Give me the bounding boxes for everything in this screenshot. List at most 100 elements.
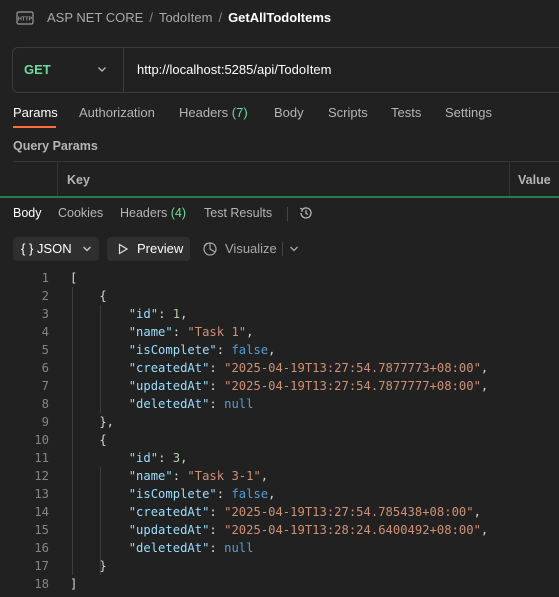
code-token: { <box>70 289 107 303</box>
chevron-down-icon <box>98 67 106 72</box>
code-token: : <box>172 325 188 339</box>
line-number: 14 <box>34 505 49 519</box>
http-request-icon: HTTP <box>16 11 34 25</box>
code-line: 6 "createdAt": "2025-04-19T13:27:54.7877… <box>0 359 559 377</box>
tab-body[interactable]: Body <box>274 105 304 120</box>
code-line: 15 "updatedAt": "2025-04-19T13:28:24.640… <box>0 521 559 539</box>
line-number: 12 <box>34 469 49 483</box>
visualize-icon[interactable] <box>201 240 219 258</box>
tab-response-headers[interactable]: Headers (4) <box>120 206 186 220</box>
code-token: 1 <box>172 307 181 321</box>
line-number: 6 <box>41 361 49 375</box>
code-token: : <box>158 307 173 321</box>
code-line: 8 "deletedAt": null <box>0 395 559 413</box>
code-token: : <box>209 523 225 537</box>
line-number: 7 <box>41 379 49 393</box>
code-token: "isComplete" <box>128 487 217 501</box>
response-toolbar: { } JSON Preview Visualize <box>0 237 559 261</box>
code-line: 18] <box>0 575 559 593</box>
code-token: , <box>480 361 489 375</box>
code-token: "Task 3-1" <box>187 469 261 483</box>
key-column-header: Key <box>67 173 90 187</box>
code-line: 12 "name": "Task 3-1", <box>0 467 559 485</box>
code-token: : <box>216 343 232 357</box>
tab-settings[interactable]: Settings <box>445 105 492 120</box>
code-token: : <box>209 397 225 411</box>
svg-text:HTTP: HTTP <box>18 17 33 23</box>
breadcrumb: HTTP ASP NET CORE / TodoItem / GetAllTodoIte… <box>0 0 559 36</box>
line-number: 15 <box>34 523 49 537</box>
code-token: : <box>209 361 225 375</box>
pane-resize-divider[interactable] <box>0 196 559 198</box>
format-label: { } JSON <box>21 241 72 256</box>
line-number: 13 <box>34 487 49 501</box>
code-token: , <box>180 451 188 465</box>
code-line: 2 { <box>0 287 559 305</box>
code-line: 13 "isComplete": false, <box>0 485 559 503</box>
headers-count-badge: (7) <box>231 105 248 120</box>
code-text: "id": 1, <box>70 305 188 323</box>
line-number: 18 <box>34 577 49 591</box>
code-line: 14 "createdAt": "2025-04-19T13:27:54.785… <box>0 503 559 521</box>
breadcrumb-separator: / <box>149 10 153 25</box>
code-text: "deletedAt": null <box>70 395 254 413</box>
code-text: "updatedAt": "2025-04-19T13:27:54.787777… <box>70 377 489 395</box>
code-token: , <box>260 469 269 483</box>
line-number: 1 <box>41 271 49 285</box>
tab-authorization[interactable]: Authorization <box>79 105 155 120</box>
tab-cookies[interactable]: Cookies <box>58 206 103 220</box>
url-input[interactable]: http://localhost:5285/api/TodoItem <box>137 62 331 77</box>
code-line: 16 "deletedAt": null <box>0 539 559 557</box>
visualize-button[interactable]: Visualize <box>225 241 277 256</box>
code-token: } <box>70 559 107 573</box>
breadcrumb-collection[interactable]: ASP NET CORE <box>47 10 143 25</box>
code-line: 1[ <box>0 269 559 287</box>
tab-scripts[interactable]: Scripts <box>328 105 368 120</box>
code-token: : <box>209 379 225 393</box>
tab-test-results[interactable]: Test Results <box>204 206 272 220</box>
code-token: "createdAt" <box>128 361 210 375</box>
active-tab-indicator <box>13 126 56 128</box>
code-token: : <box>209 541 225 555</box>
code-token: null <box>224 397 254 411</box>
code-token: "deletedAt" <box>128 541 210 555</box>
tab-headers[interactable]: Headers (7) <box>179 105 248 120</box>
code-token: , <box>480 523 489 537</box>
code-text: [ <box>70 269 77 287</box>
history-icon[interactable] <box>298 205 314 221</box>
code-line: 3 "id": 1, <box>0 305 559 323</box>
request-tabs: Params Authorization Headers (7) Body Sc… <box>0 100 559 130</box>
code-token: : <box>209 505 225 519</box>
breadcrumb-folder[interactable]: TodoItem <box>159 10 212 25</box>
code-line: 11 "id": 3, <box>0 449 559 467</box>
code-token: "updatedAt" <box>128 379 210 393</box>
request-name[interactable]: GetAllTodoItems <box>228 10 331 25</box>
code-line: 7 "updatedAt": "2025-04-19T13:27:54.7877… <box>0 377 559 395</box>
preview-button[interactable]: Preview <box>107 237 190 261</box>
tab-response-body[interactable]: Body <box>13 206 42 220</box>
line-number: 4 <box>41 325 49 339</box>
line-number: 9 <box>41 415 49 429</box>
code-text: "createdAt": "2025-04-19T13:27:54.785438… <box>70 503 481 521</box>
code-token: "id" <box>128 307 159 321</box>
line-number: 17 <box>34 559 49 573</box>
tab-params[interactable]: Params <box>13 105 58 120</box>
method-select[interactable]: GET <box>13 48 124 92</box>
line-number: 2 <box>41 289 49 303</box>
code-token: [ <box>70 271 78 285</box>
code-token: "updatedAt" <box>128 523 210 537</box>
tab-tests[interactable]: Tests <box>391 105 421 120</box>
line-number: 8 <box>41 397 49 411</box>
code-token: "createdAt" <box>128 505 210 519</box>
code-token: "id" <box>128 451 159 465</box>
format-select[interactable]: { } JSON <box>13 237 99 261</box>
chevron-down-icon[interactable] <box>289 244 299 254</box>
response-tabs: Body Cookies Headers (4) Test Results <box>0 200 559 226</box>
code-token: , <box>268 487 276 501</box>
